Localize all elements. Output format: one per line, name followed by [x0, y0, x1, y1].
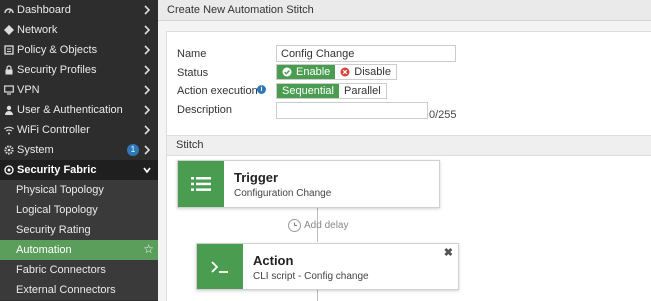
status-enable-button[interactable]: Enable [277, 65, 336, 79]
sidebar-subitem-fabric-connectors[interactable]: Fabric Connectors [0, 260, 158, 280]
chevron-right-icon [144, 25, 151, 35]
chevron-right-icon [144, 5, 151, 15]
action-title: Action [253, 253, 294, 268]
close-icon[interactable]: ✖ [444, 246, 453, 259]
chevron-down-icon [143, 167, 151, 174]
user-icon [3, 105, 14, 116]
sidebar-item-label: User & Authentication [17, 104, 123, 116]
sidebar-item-wifi-controller[interactable]: WiFi Controller [0, 120, 158, 140]
wifi-icon [3, 125, 14, 136]
sidebar-subitem-security-rating[interactable]: Security Rating [0, 220, 158, 240]
status-enable-label: Enable [296, 66, 331, 78]
action-execution-label: Action execution [177, 85, 258, 97]
terminal-icon [197, 244, 243, 289]
lock-icon [3, 65, 14, 76]
action-card[interactable]: Action CLI script - Config change ✖ [196, 243, 459, 290]
sidebar-item-label: Network [17, 24, 58, 36]
info-icon[interactable]: i [257, 85, 266, 94]
sidebar-item-label: VPN [17, 84, 40, 96]
check-circle-icon [282, 67, 292, 77]
sidebar-item-label: Policy & Objects [17, 44, 98, 56]
add-delay-button[interactable]: Add delay [288, 219, 348, 232]
monitor-icon [3, 85, 14, 96]
sidebar-item-label: Dashboard [17, 4, 71, 16]
sidebar-item-policy-objects[interactable]: Policy & Objects [0, 40, 158, 60]
sidebar-item-label: Physical Topology [16, 184, 104, 196]
name-input[interactable] [276, 45, 456, 62]
sidebar-item-label: System [17, 144, 54, 156]
sidebar-item-system[interactable]: System 1 [0, 140, 158, 160]
chevron-right-icon [144, 125, 151, 135]
star-icon[interactable]: ☆ [143, 242, 154, 256]
chevron-right-icon [144, 145, 151, 155]
sidebar-subitem-logical-topology[interactable]: Logical Topology [0, 200, 158, 220]
sidebar-item-vpn[interactable]: VPN [0, 80, 158, 100]
chevron-right-icon [144, 65, 151, 75]
sidebar-item-security-fabric[interactable]: Security Fabric [0, 160, 158, 180]
description-label: Description [177, 104, 233, 116]
action-execution-toggle: Sequential Parallel [276, 83, 387, 99]
sidebar-item-dashboard[interactable]: Dashboard [0, 0, 158, 20]
trigger-title: Trigger [234, 170, 279, 185]
policy-icon [3, 45, 14, 56]
status-label: Status [177, 67, 209, 79]
network-icon [3, 25, 14, 36]
clock-plus-icon [288, 219, 301, 232]
sidebar-subitem-external-connectors[interactable]: External Connectors [0, 280, 158, 300]
sidebar-item-security-profiles[interactable]: Security Profiles [0, 60, 158, 80]
sidebar-item-label: WiFi Controller [17, 124, 90, 136]
chevron-right-icon [144, 85, 151, 95]
action-parallel-button[interactable]: Parallel [339, 84, 386, 98]
trigger-card[interactable]: Trigger Configuration Change [177, 160, 440, 208]
sidebar-subitem-physical-topology[interactable]: Physical Topology [0, 180, 158, 200]
sidebar-item-label: Security Profiles [17, 64, 97, 76]
sidebar-subitem-automation[interactable]: Automation ☆ [0, 240, 158, 260]
trigger-subtitle: Configuration Change [234, 188, 332, 199]
description-field[interactable] [276, 102, 428, 119]
sidebar-item-label: Security Rating [16, 224, 91, 236]
sidebar-item-label: Logical Topology [16, 204, 98, 216]
status-disable-button[interactable]: Disable [335, 65, 396, 79]
status-disable-label: Disable [354, 66, 391, 78]
status-toggle: Enable Disable [276, 64, 397, 80]
sidebar: Dashboard Network Policy & Objects Secur… [0, 0, 158, 301]
page-title: Create New Automation Stitch [158, 0, 651, 21]
chevron-right-icon [144, 105, 151, 115]
connector-line [317, 290, 318, 301]
form-panel: Name Status Enable Disable Action execut… [166, 31, 651, 301]
sidebar-item-label: Fabric Connectors [16, 264, 106, 276]
description-counter: 0/255 [429, 109, 457, 121]
sidebar-item-label: External Connectors [16, 284, 116, 296]
action-subtitle: CLI script - Config change [253, 271, 369, 282]
sidebar-item-label: Security Fabric [17, 164, 97, 176]
sidebar-item-user-authentication[interactable]: User & Authentication [0, 100, 158, 120]
stitch-section-header: Stitch [167, 135, 651, 156]
dashboard-icon [3, 5, 14, 16]
name-label: Name [177, 48, 207, 60]
action-sequential-button[interactable]: Sequential [277, 84, 339, 98]
notification-badge: 1 [127, 144, 139, 156]
add-delay-label: Add delay [304, 220, 349, 231]
list-icon [178, 161, 224, 207]
gear-icon [3, 145, 14, 156]
chevron-right-icon [144, 45, 151, 55]
sidebar-item-label: Automation [16, 244, 72, 256]
fabric-icon [3, 165, 14, 176]
sidebar-item-network[interactable]: Network [0, 20, 158, 40]
close-circle-icon [340, 67, 350, 77]
